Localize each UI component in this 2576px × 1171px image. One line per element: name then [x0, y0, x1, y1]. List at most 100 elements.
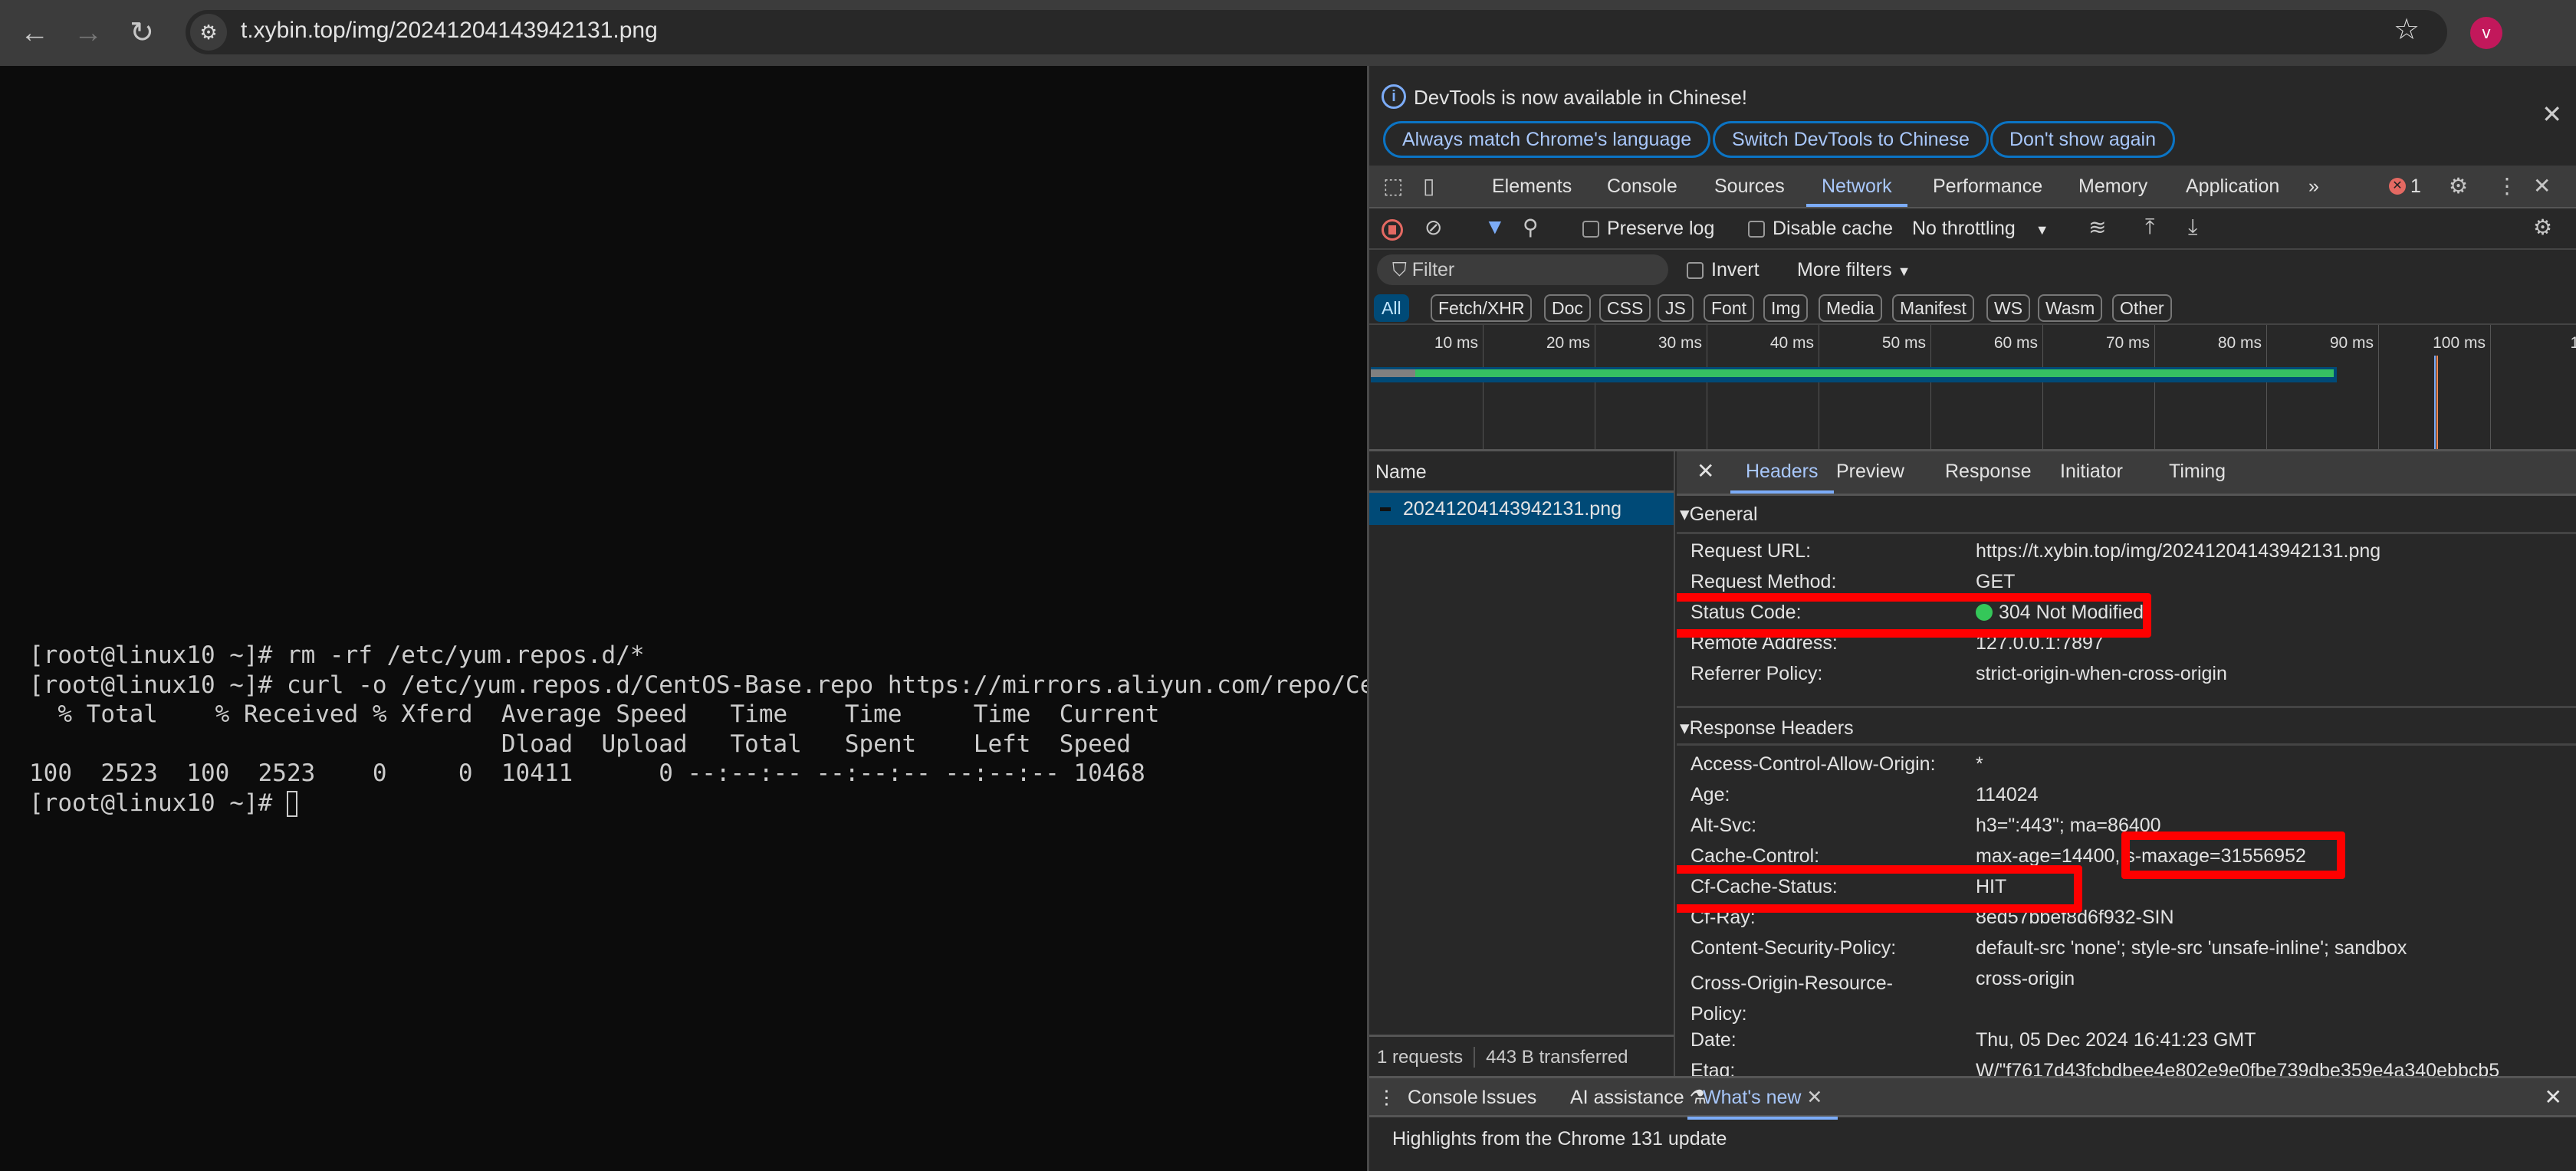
chip-css[interactable]: CSS [1599, 294, 1651, 322]
timeline-tick-label: 80 ms [2217, 334, 2262, 352]
bookmark-star-icon[interactable]: ☆ [2394, 12, 2420, 47]
close-drawer-icon[interactable]: ✕ [2545, 1078, 2562, 1117]
chip-other[interactable]: Other [2112, 294, 2172, 322]
tab-memory[interactable]: Memory [2078, 166, 2147, 207]
whats-new-label: What's new [1703, 1087, 1802, 1108]
timeline-tick-label: 90 ms [2329, 334, 2374, 352]
request-details: ✕ Headers Preview Response Initiator Tim… [1677, 451, 2576, 1076]
header-value[interactable]: https://t.xybin.top/img/2024120414394213… [1976, 540, 2380, 563]
drawer-tab-bar: ⋮ Console Issues AI assistance ⚗ What's … [1369, 1076, 2576, 1120]
drawer-tab-issues[interactable]: Issues [1481, 1078, 1536, 1117]
chip-ws[interactable]: WS [1986, 294, 2031, 322]
tab-timing[interactable]: Timing [2169, 451, 2226, 494]
header-value[interactable]: 114024 [1976, 784, 2039, 806]
preserve-log-checkbox[interactable]: Preserve log [1582, 218, 1714, 240]
close-details-icon[interactable]: ✕ [1697, 451, 1714, 494]
invert-checkbox[interactable]: Invert [1687, 259, 1760, 281]
header-value[interactable]: W/"f7617d43fcbdbee4e802e9e0fbe739dbe359e… [1976, 1060, 2499, 1076]
device-toolbar-icon[interactable]: ▯ [1423, 173, 1434, 198]
profile-avatar[interactable]: v [2470, 17, 2502, 49]
response-headers-section-header[interactable]: ▾Response Headers [1677, 706, 2576, 746]
dropdown-caret-icon: ▼ [2035, 222, 2049, 238]
close-devtools-icon[interactable]: ✕ [2533, 173, 2551, 198]
chip-doc[interactable]: Doc [1544, 294, 1591, 322]
switch-to-chinese-button[interactable]: Switch DevTools to Chinese [1713, 121, 1989, 158]
chip-img[interactable]: Img [1763, 294, 1809, 322]
throttling-select[interactable]: No throttling ▼ [1912, 218, 2049, 240]
chip-media[interactable]: Media [1819, 294, 1882, 322]
tab-console[interactable]: Console [1607, 166, 1677, 207]
timeline-gridline [2154, 325, 2155, 449]
preserve-log-label: Preserve log [1607, 218, 1715, 239]
highlight-box-status-code [1677, 593, 2151, 638]
more-filters-dropdown[interactable]: More filters ▼ [1797, 259, 1911, 281]
network-conditions-icon[interactable]: ≋ [2088, 215, 2106, 240]
header-value[interactable]: strict-origin-when-cross-origin [1976, 663, 2227, 685]
search-icon[interactable]: ⚲ [1523, 215, 1539, 240]
clear-icon[interactable]: ⊘ [1424, 215, 1442, 240]
inspect-element-icon[interactable]: ⬚ [1383, 173, 1403, 198]
tab-initiator[interactable]: Initiator [2060, 451, 2123, 494]
request-row[interactable]: 20241204143942131.png [1369, 493, 1674, 525]
url-text[interactable]: t.xybin.top/img/20241204143942131.png [241, 18, 658, 44]
export-har-icon[interactable]: ⤓ [2188, 215, 2197, 240]
terminal-prompt-line[interactable]: [root@linux10 ~]# [29, 789, 1532, 818]
tab-sources[interactable]: Sources [1714, 166, 1785, 207]
drawer-tab-console[interactable]: Console [1408, 1078, 1478, 1117]
tab-network[interactable]: Network [1806, 166, 1907, 207]
ai-assistance-label: AI assistance [1570, 1087, 1684, 1108]
header-value[interactable]: default-src 'none'; style-src 'unsafe-in… [1976, 937, 2407, 959]
chip-fetch-xhr[interactable]: Fetch/XHR [1431, 294, 1533, 322]
tab-response[interactable]: Response [1945, 451, 2032, 494]
drawer-tab-whats-new[interactable]: What's new ✕ [1687, 1078, 1838, 1120]
header-value[interactable]: * [1976, 753, 1983, 776]
tab-performance[interactable]: Performance [1933, 166, 2042, 207]
reload-icon[interactable]: ↻ [123, 14, 161, 52]
chip-font[interactable]: Font [1704, 294, 1755, 322]
dont-show-again-button[interactable]: Don't show again [1990, 121, 2176, 158]
name-column-header[interactable]: Name [1369, 451, 1674, 493]
timeline-tick-label: 20 ms [1546, 334, 1590, 352]
disable-cache-checkbox[interactable]: Disable cache [1748, 218, 1893, 240]
more-tabs-chevron-icon[interactable]: » [2308, 166, 2319, 207]
close-icon[interactable]: ✕ [2542, 100, 2562, 129]
timeline-gridline [2042, 325, 2043, 449]
browser-toolbar: ← → ↻ ⚙ t.xybin.top/img/2024120414394213… [0, 0, 2576, 66]
network-overview-timeline[interactable]: 10 ms 20 ms 30 ms 40 ms 50 ms 60 ms 70 ms 80 ms… [1369, 325, 2576, 451]
back-arrow-icon[interactable]: ← [15, 14, 54, 52]
tab-headers[interactable]: Headers [1730, 451, 1834, 494]
filter-funnel-icon[interactable]: ▼ [1484, 215, 1506, 239]
settings-gear-icon[interactable]: ⚙ [2449, 173, 2468, 198]
timeline-tick-label: 50 ms [1881, 334, 1926, 352]
drawer-menu-icon[interactable]: ⋮ [1377, 1078, 1396, 1117]
filter-input[interactable]: ⛉ Filter [1377, 254, 1668, 285]
record-stop-icon[interactable] [1382, 219, 1403, 241]
always-match-language-button[interactable]: Always match Chrome's language [1383, 121, 1711, 158]
address-bar[interactable]: ⚙ t.xybin.top/img/20241204143942131.png [186, 10, 2447, 54]
info-icon: i [1382, 84, 1406, 109]
import-har-icon[interactable]: ⤒ [2145, 215, 2154, 240]
timeline-gridline [2490, 325, 2491, 449]
header-value[interactable]: cross-origin [1976, 968, 2075, 990]
tab-preview[interactable]: Preview [1836, 451, 1904, 494]
general-section-header[interactable]: ▾General [1677, 494, 2576, 534]
forward-arrow-icon[interactable]: → [69, 14, 107, 52]
drawer-tab-ai-assistance[interactable]: AI assistance ⚗ [1570, 1078, 1707, 1117]
site-info-icon[interactable]: ⚙ [190, 14, 227, 51]
chip-js[interactable]: JS [1658, 294, 1694, 322]
close-tab-icon[interactable]: ✕ [1806, 1087, 1822, 1108]
header-value[interactable]: GET [1976, 571, 2015, 593]
error-icon[interactable]: ✕ [2389, 178, 2406, 195]
more-options-icon[interactable]: ⋮ [2496, 173, 2518, 198]
chip-all[interactable]: All [1374, 294, 1409, 322]
timeline-tick-label: 40 ms [1769, 334, 1814, 352]
network-settings-gear-icon[interactable]: ⚙ [2533, 215, 2552, 240]
chip-wasm[interactable]: Wasm [2038, 294, 2103, 322]
error-count[interactable]: 1 [2410, 166, 2421, 207]
filter-row: ⛉ Filter Invert More filters ▼ [1369, 250, 2576, 290]
tab-application[interactable]: Application [2186, 166, 2279, 207]
header-key: Content-Security-Policy: [1691, 937, 1897, 959]
chip-manifest[interactable]: Manifest [1892, 294, 1974, 322]
header-value[interactable]: Thu, 05 Dec 2024 16:41:23 GMT [1976, 1029, 2256, 1051]
tab-elements[interactable]: Elements [1492, 166, 1572, 207]
